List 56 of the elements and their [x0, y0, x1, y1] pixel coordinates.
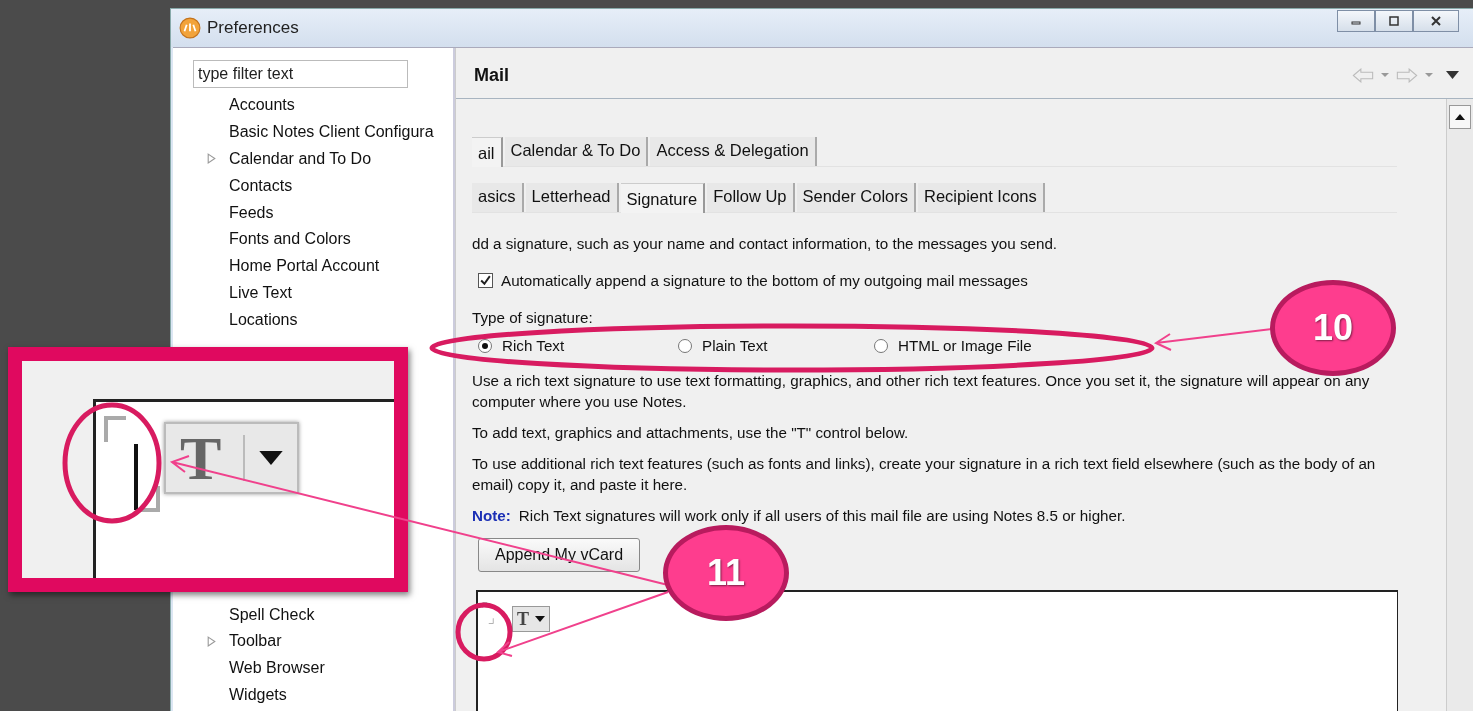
dropdown-icon[interactable] — [1424, 72, 1434, 78]
tree-item[interactable]: Live Text — [229, 283, 292, 302]
page-title: Mail — [474, 64, 509, 86]
tree-item[interactable]: Home Portal Account — [229, 257, 380, 276]
close-icon — [1430, 15, 1442, 27]
note-text: Rich Text signatures will work only if all users of this mail file are using Notes 8.5 or higher. — [518, 507, 1126, 524]
highlight-circle — [455, 602, 513, 662]
tab[interactable]: Signature — [620, 183, 706, 213]
tab[interactable]: Sender Colors — [796, 183, 916, 212]
dropdown-icon[interactable] — [1380, 72, 1390, 78]
close-button[interactable] — [1413, 10, 1459, 32]
tree-item[interactable]: Accounts — [229, 96, 295, 115]
tree-item[interactable]: Toolbar — [229, 632, 282, 651]
checkbox[interactable] — [478, 273, 493, 288]
scrollbar[interactable] — [1446, 99, 1473, 711]
tab[interactable]: Follow Up — [707, 183, 795, 212]
tab[interactable]: Access & Delegation — [650, 137, 817, 166]
maximize-icon — [1388, 15, 1400, 27]
description-text: To use additional rich text features (such as fonts and links), create your signature in a rich text field elsewhere (such as the body of an email) copy it, and paste it here. — [472, 454, 1377, 495]
filter-field[interactable]: type filter text — [193, 60, 408, 88]
tree-item[interactable]: Contacts — [229, 176, 293, 195]
app-icon — [179, 17, 201, 39]
tree-item[interactable]: Feeds — [229, 203, 274, 222]
tab[interactable]: ail — [472, 137, 503, 167]
radio-label: Rich Text — [502, 337, 565, 354]
caret-icon — [535, 616, 545, 622]
tree-item[interactable]: Fonts and Colors — [229, 230, 351, 249]
tree-item[interactable]: Calendar and To Do — [229, 150, 372, 168]
tab[interactable]: Calendar & To Do — [504, 137, 649, 166]
expand-icon[interactable] — [207, 153, 216, 165]
maximize-button[interactable] — [1375, 10, 1413, 32]
description-text: To add text, graphics and attachments, use the "T" control below. — [472, 423, 910, 443]
scroll-up-icon[interactable] — [1455, 114, 1465, 120]
description-text: dd a signature, such as your name and contact information, to the messages you send. — [472, 234, 1059, 254]
cursor-marks-icon — [102, 414, 162, 514]
caret-icon — [259, 451, 284, 465]
tree-item[interactable]: Basic Notes Client Configura — [229, 123, 434, 142]
tab[interactable]: Letterhead — [525, 183, 619, 212]
radio-button[interactable] — [874, 338, 888, 353]
tree-item[interactable]: Web Browser — [229, 659, 325, 678]
checkbox-label: Automatically append a signature to the bottom of my outgoing mail messages — [501, 272, 1028, 289]
radio-button[interactable] — [678, 338, 692, 353]
minimize-button[interactable] — [1337, 10, 1375, 32]
signature-editor[interactable]: T — [476, 590, 1398, 711]
radio-label: HTML or Image File — [898, 337, 1032, 354]
tree-item[interactable]: Locations — [229, 310, 298, 329]
window-title: Preferences — [207, 18, 299, 38]
tab[interactable]: Recipient Icons — [918, 183, 1045, 212]
radio-label: Plain Text — [702, 337, 768, 354]
note-label: Note: — [472, 507, 511, 524]
expand-icon[interactable] — [207, 635, 216, 647]
menu-icon[interactable] — [1446, 71, 1459, 79]
tree-item[interactable]: Widgets — [229, 685, 287, 704]
text-format-button[interactable]: T — [512, 606, 550, 632]
tree-item[interactable]: Spell Check — [229, 605, 315, 624]
tab[interactable]: asics — [472, 183, 524, 212]
